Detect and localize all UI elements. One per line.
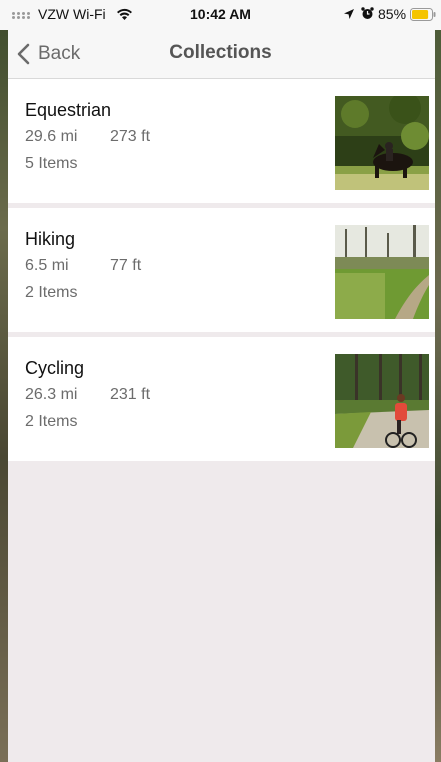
collection-distance: 26.3 mi bbox=[25, 386, 78, 403]
alarm-clock-icon bbox=[361, 7, 374, 19]
collection-elevation: 77 ft bbox=[110, 257, 142, 274]
location-arrow-icon bbox=[344, 9, 354, 19]
collection-item-count: 2 Items bbox=[25, 413, 78, 430]
collections-list: Equestrian 29.6 mi 273 ft 5 Items Hiking… bbox=[8, 79, 435, 466]
app-screen: Back Collections Equestrian 29.6 mi 273 … bbox=[8, 0, 435, 762]
background-edge bbox=[435, 0, 441, 762]
trail-meadow-photo bbox=[335, 225, 429, 319]
navigation-bar: Back Collections bbox=[8, 30, 435, 79]
collection-item-count: 2 Items bbox=[25, 284, 78, 301]
cyclist-road-photo bbox=[335, 354, 429, 448]
collection-item-equestrian[interactable]: Equestrian 29.6 mi 273 ft 5 Items bbox=[8, 79, 435, 203]
collection-title: Equestrian bbox=[25, 100, 112, 120]
collection-title: Cycling bbox=[25, 358, 85, 378]
battery-percentage: 85% bbox=[378, 6, 407, 22]
horse-rider-photo bbox=[335, 96, 429, 190]
page-title: Collections bbox=[169, 42, 272, 63]
collection-title: Hiking bbox=[25, 229, 76, 249]
collection-item-hiking[interactable]: Hiking 6.5 mi 77 ft 2 Items bbox=[8, 208, 435, 332]
collection-item-cycling[interactable]: Cycling 26.3 mi 231 ft 2 Items bbox=[8, 337, 435, 461]
battery-icon bbox=[410, 8, 436, 21]
background-edge bbox=[0, 0, 8, 762]
clock: 10:42 AM bbox=[190, 6, 251, 22]
collection-elevation: 273 ft bbox=[110, 128, 151, 145]
collection-distance: 6.5 mi bbox=[25, 257, 69, 274]
status-bar: VZW Wi-Fi 10:42 AM 85% bbox=[0, 0, 441, 30]
collection-elevation: 231 ft bbox=[110, 386, 151, 403]
collection-distance: 29.6 mi bbox=[25, 128, 78, 145]
collection-item-count: 5 Items bbox=[25, 155, 78, 172]
